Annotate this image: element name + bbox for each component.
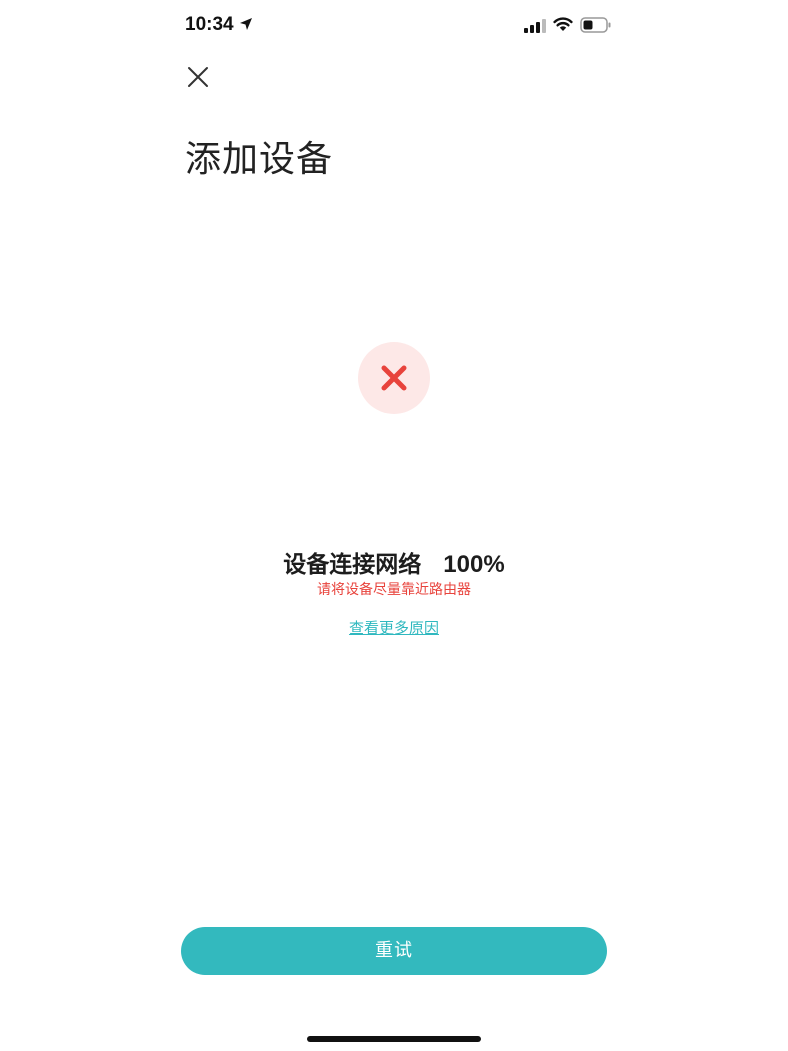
battery-icon: [580, 17, 611, 33]
close-icon: [188, 67, 208, 87]
more-reasons-link[interactable]: 查看更多原因: [0, 617, 788, 638]
status-time: 10:34: [185, 14, 234, 35]
status-label: 设备连接网络: [283, 552, 422, 578]
home-indicator: [307, 1036, 481, 1042]
status-bar: 10:34: [0, 0, 788, 52]
retry-button[interactable]: 重试: [181, 927, 607, 975]
wifi-icon: [553, 17, 573, 31]
location-arrow-icon: [240, 18, 252, 30]
connection-status: 设备连接网络 100%: [0, 545, 788, 579]
error-status-icon: [358, 342, 430, 414]
close-button[interactable]: [184, 63, 212, 91]
signal-icon: [524, 19, 546, 33]
hint-text: 请将设备尽量靠近路由器: [317, 582, 471, 598]
page-title: 添加设备: [185, 139, 334, 180]
progress-percent: 100%: [443, 551, 505, 578]
error-x-icon: [381, 365, 407, 391]
